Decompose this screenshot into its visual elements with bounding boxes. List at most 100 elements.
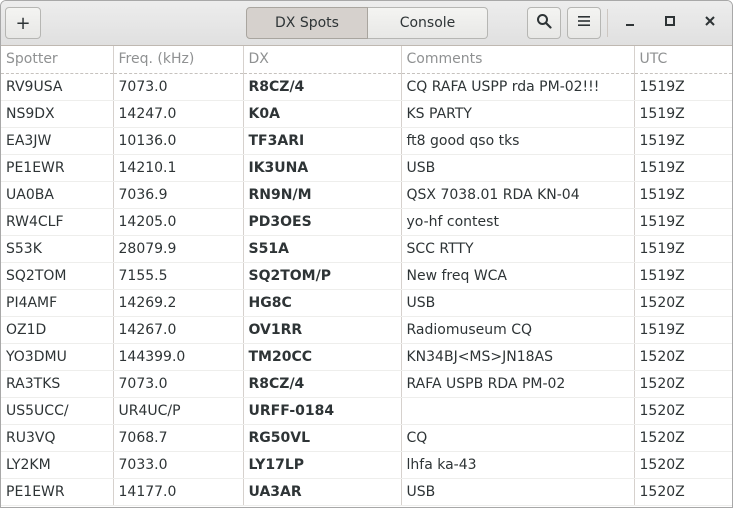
spotter-cell: NS9DX [1,100,114,128]
table-row[interactable]: OZ1D 14267.0 OV1RR Radiomuseum CQ 1519Z [1,316,732,344]
frequency-cell: 7033.0 [113,451,244,479]
dx-cell: RN9N/M [243,181,402,209]
dx-cell: R8CZ/4 [243,370,402,398]
utc-cell: 1520Z [634,289,732,317]
spotter-cell: S53K [1,235,114,263]
comments-cell: USB [401,289,635,317]
tab-dx-spots[interactable]: DX Spots [246,7,368,39]
search-icon [536,13,552,33]
table-row[interactable]: PE1EWR 14210.1 IK3UNA USB 1519Z [1,154,732,182]
spotter-cell: LY2KM [1,451,114,479]
column-header-frequency[interactable]: Freq. (kHz) [113,46,244,74]
column-header-comments[interactable]: Comments [401,46,635,74]
comments-cell: USB [401,478,635,506]
comments-cell: KS PARTY [401,100,635,128]
comments-cell: New freq WCA [401,262,635,290]
comments-cell: USB [401,154,635,182]
table-row[interactable]: UA0BA 7036.9 RN9N/M QSX 7038.01 RDA KN-04 15… [1,181,732,209]
frequency-cell: 14210.1 [113,154,244,182]
maximize-button[interactable] [656,9,684,37]
utc-cell: 1519Z [634,235,732,263]
table-row[interactable]: SQ2TOM 7155.5 SQ2TOM/P New freq WCA 1519Z [1,262,732,290]
spotter-cell: OZ1D [1,316,114,344]
minimize-button[interactable] [616,9,644,37]
dx-cell: SQ2TOM/P [243,262,402,290]
utc-cell: 1520Z [634,424,732,452]
table-row[interactable]: PE1EWR 14177.0 UA3AR USB 1520Z [1,478,732,506]
table-row[interactable]: LY2KM 7033.0 LY17LP lhfa ka-43 1520Z [1,451,732,479]
table-row[interactable]: EA3JW 10136.0 TF3ARI ft8 good qso tks 1519Z [1,127,732,155]
header-separator [607,9,608,37]
header-bar: + DX Spots Console [1,1,732,46]
maximize-icon [664,15,676,31]
frequency-cell: 14247.0 [113,100,244,128]
spotter-cell: RA3TKS [1,370,114,398]
frequency-cell: 7036.9 [113,181,244,209]
dx-cell: IK3UNA [243,154,402,182]
comments-cell: KN34BJ<MS>JN18AS [401,343,635,371]
frequency-cell: 14205.0 [113,208,244,236]
utc-cell: 1520Z [634,478,732,506]
spotter-cell: PE1EWR [1,154,114,182]
search-button[interactable] [527,7,561,39]
table-row[interactable]: RU3VQ 7068.7 RG50VL CQ 1520Z [1,424,732,452]
spotter-cell: RW4CLF [1,208,114,236]
table-row[interactable]: YO3DMU 144399.0 TM20CC KN34BJ<MS>JN18AS 1520… [1,343,732,371]
utc-cell: 1519Z [634,316,732,344]
table-row[interactable]: S53K 28079.9 S51A SCC RTTY 1519Z [1,235,732,263]
plus-icon: + [15,12,31,34]
dx-cell: TM20CC [243,343,402,371]
dx-cell: RG50VL [243,424,402,452]
table-row[interactable]: US5UCC/UR4UC/P URFF-0184 1520Z [1,397,732,425]
comments-cell: SCC RTTY [401,235,635,263]
spotter-cell: US5UCC/ [1,397,114,425]
frequency-cell: 14267.0 [113,316,244,344]
tab-console[interactable]: Console [368,7,488,39]
view-switcher: DX Spots Console [246,7,488,39]
frequency-cell: 14177.0 [113,478,244,506]
dx-cell: R8CZ/4 [243,73,402,101]
utc-cell: 1520Z [634,343,732,371]
table-row[interactable]: RA3TKS 7073.0 R8CZ/4 RAFA USPB RDA PM-02 152… [1,370,732,398]
comments-cell: Radiomuseum CQ [401,316,635,344]
close-icon [704,15,716,31]
column-header-utc[interactable]: UTC [634,46,732,74]
utc-cell: 1519Z [634,73,732,101]
spotter-cell: YO3DMU [1,343,114,371]
spotter-cell: PI4AMF [1,289,114,317]
table-row[interactable]: RW4CLF 14205.0 PD3OES yo-hf contest 1519Z [1,208,732,236]
frequency-cell: 10136.0 [113,127,244,155]
comments-cell: RAFA USPB RDA PM-02 [401,370,635,398]
spotter-cell: UA0BA [1,181,114,209]
utc-cell: 1520Z [634,370,732,398]
dx-cell: URFF-0184 [243,397,402,425]
column-header-dx[interactable]: DX [243,46,402,74]
utc-cell: 1519Z [634,127,732,155]
frequency-cell: 28079.9 [113,235,244,263]
comments-cell: QSX 7038.01 RDA KN-04 [401,181,635,209]
frequency-cell: 7068.7 [113,424,244,452]
utc-cell: 1519Z [634,262,732,290]
spotter-cell: RU3VQ [1,424,114,452]
utc-cell: 1519Z [634,100,732,128]
menu-button[interactable] [567,7,601,39]
hamburger-menu-icon [577,15,591,31]
table-row[interactable]: PI4AMF 14269.2 HG8C USB 1520Z [1,289,732,317]
table-row[interactable]: RV9USA 7073.0 R8CZ/4 CQ RAFA USPP rda PM-02… [1,73,732,101]
dx-cell: LY17LP [243,451,402,479]
dx-cell: PD3OES [243,208,402,236]
app-window: + DX Spots Console Spotter Freq. (kHz) D… [0,0,733,508]
spotter-cell: PE1EWR [1,478,114,506]
utc-cell: 1519Z [634,154,732,182]
frequency-cell: 14269.2 [113,289,244,317]
comments-cell: ft8 good qso tks [401,127,635,155]
spotter-cell: RV9USA [1,73,114,101]
table-row[interactable]: NS9DX 14247.0 K0A KS PARTY 1519Z [1,100,732,128]
add-button[interactable]: + [5,7,41,39]
frequency-cell: 7073.0 [113,370,244,398]
comments-cell: lhfa ka-43 [401,451,635,479]
frequency-cell: 144399.0 [113,343,244,371]
column-header-spotter[interactable]: Spotter [1,46,114,74]
spotter-cell: EA3JW [1,127,114,155]
close-button[interactable] [696,9,724,37]
